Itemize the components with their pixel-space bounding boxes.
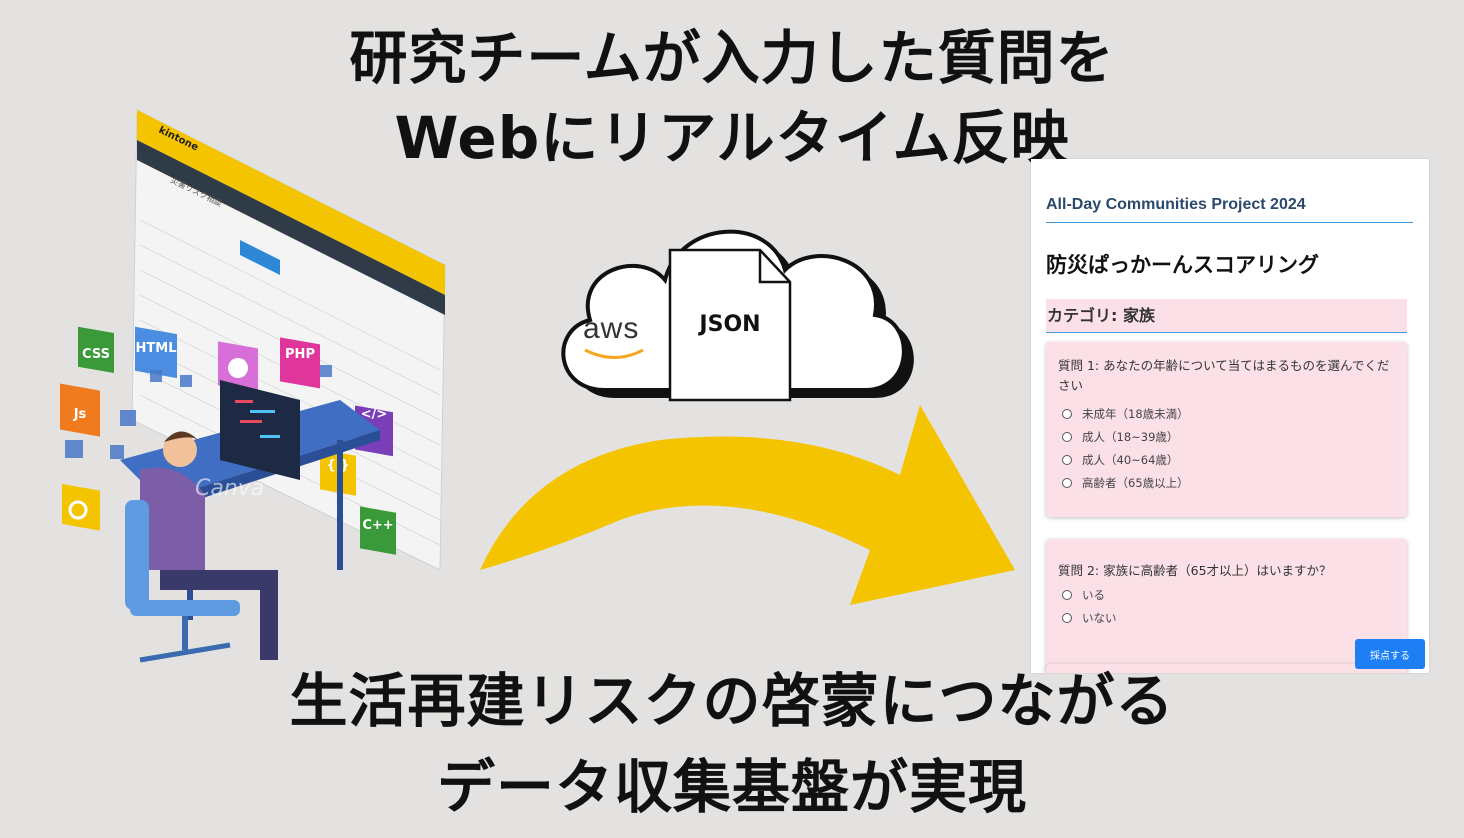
headline-bottom: 生活再建リスクの啓蒙につながる データ収集基盤が実現 <box>0 658 1464 830</box>
radio-icon[interactable] <box>1062 431 1072 442</box>
question-2-text: 質問 2: 家族に高齢者（65才以上）はいますか？ <box>1058 563 1332 578</box>
option-label: 高齢者（65歳以上） <box>1082 475 1189 490</box>
question-1-option-2[interactable]: 成人（18~39歳） <box>1062 425 1395 448</box>
html-tile: HTML <box>136 341 177 356</box>
question-1-option-3[interactable]: 成人（40~64歳） <box>1062 448 1395 471</box>
project-header: All-Day Communities Project 2024 <box>1046 196 1413 223</box>
option-label: 未成年（18歳未満） <box>1082 406 1189 421</box>
option-label: 成人（40~64歳） <box>1082 452 1179 467</box>
headline-top-line-1: 研究チームが入力した質問を <box>349 24 1115 92</box>
canva-watermark: Canva <box>195 476 264 501</box>
json-file-label: JSON <box>699 312 761 337</box>
option-label: いる <box>1082 587 1105 602</box>
question-card-2: 質問 2: 家族に高齢者（65才以上）はいますか？ いる いない <box>1046 539 1407 671</box>
gear-icon <box>228 358 248 378</box>
question-2-option-1[interactable]: いる <box>1062 583 1395 606</box>
question-2-option-2[interactable]: いない <box>1062 606 1395 629</box>
option-label: 成人（18~39歳） <box>1082 429 1179 444</box>
radio-icon[interactable] <box>1062 612 1072 623</box>
radio-icon[interactable] <box>1062 454 1072 465</box>
headline-bottom-line-2: データ収集基盤が実現 <box>436 753 1027 821</box>
js-tile: Js <box>73 407 87 422</box>
headline-bottom-line-1: 生活再建リスクの啓蒙につながる <box>289 667 1175 735</box>
developer-illustration: kintone 災害リスク相談 CSS HTML PHP Js </> { } … <box>60 109 446 663</box>
question-1-option-1[interactable]: 未成年（18歳未満） <box>1062 402 1395 425</box>
web-form-screenshot: All-Day Communities Project 2024 防災ぱっかーん… <box>1031 159 1429 673</box>
category-heading: カテゴリ: 家族 <box>1046 299 1407 333</box>
form-title: 防災ぱっかーんスコアリング <box>1046 253 1319 277</box>
question-1-text: 質問 1: あなたの年齢について当てはまるものを選んでください <box>1058 358 1390 393</box>
radio-icon[interactable] <box>1062 477 1072 488</box>
radio-icon[interactable] <box>1062 408 1072 419</box>
flow-arrow <box>480 405 1015 605</box>
option-label: いない <box>1082 610 1117 625</box>
css-tile: CSS <box>82 347 110 362</box>
question-card-1: 質問 1: あなたの年齢について当てはまるものを選んでください 未成年（18歳未… <box>1046 342 1407 517</box>
cpp-tile: C++ <box>362 518 393 533</box>
radio-icon[interactable] <box>1062 589 1072 600</box>
php-tile: PHP <box>285 347 315 362</box>
question-1-option-4[interactable]: 高齢者（65歳以上） <box>1062 471 1395 494</box>
aws-logo-text: aws <box>583 312 640 345</box>
